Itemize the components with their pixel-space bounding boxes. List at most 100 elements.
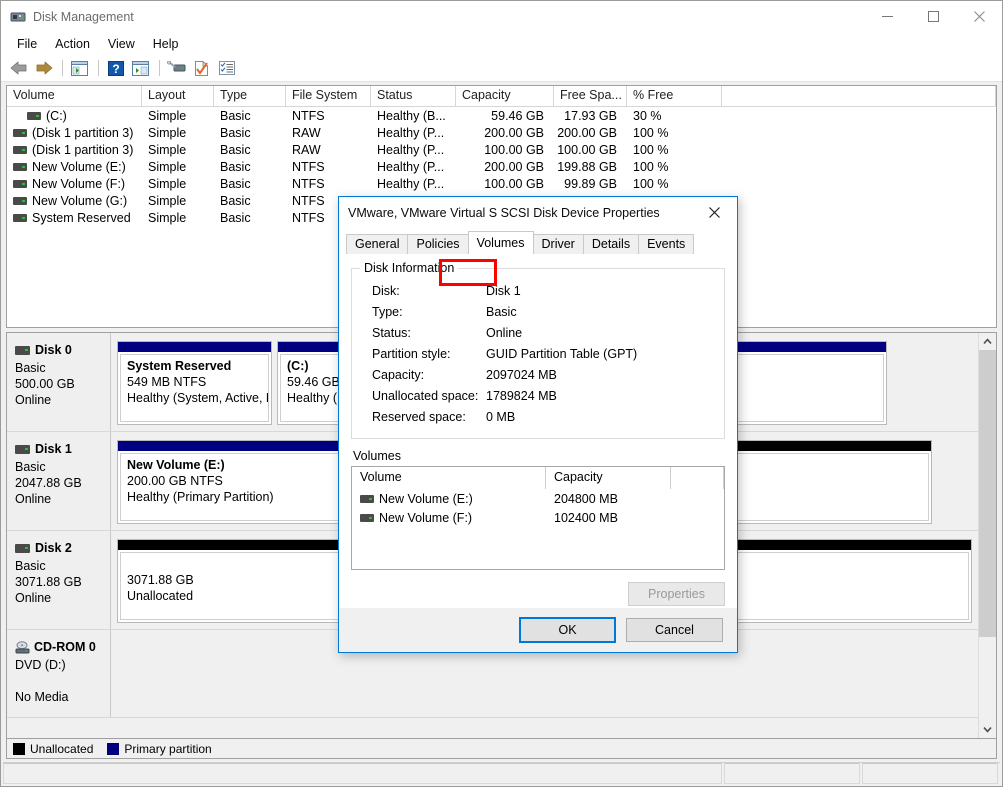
partition-color-bar [118,342,271,352]
disk-info-panel[interactable]: Disk 2 Basic 3071.88 GB Online [7,531,111,629]
rescan-disks-icon[interactable] [165,57,188,79]
disk-info-panel[interactable]: Disk 0 Basic 500.00 GB Online [7,333,111,431]
scrollbar-thumb[interactable] [979,350,996,637]
column-header-capacity[interactable]: Capacity [456,86,554,106]
disk-info-row: Partition style: GUID Partition Table (GP… [362,344,714,365]
tab-general[interactable]: General [346,234,409,254]
disk-info-panel[interactable]: Disk 1 Basic 2047.88 GB Online [7,432,111,530]
table-row[interactable]: New Volume (E:) Simple Basic NTFS Healthy (P… [7,158,996,175]
menu-item-view[interactable]: View [99,35,144,53]
disk-name-label: CD-ROM 0 [34,640,96,654]
toolbar-separator [62,60,63,76]
menu-item-file[interactable]: File [8,35,46,53]
scrollbar-track[interactable] [979,350,996,721]
column-header-layout[interactable]: Layout [142,86,214,106]
table-row[interactable]: (Disk 1 partition 3) Simple Basic RAW Health… [7,124,996,141]
cell-file-system: RAW [292,125,321,140]
cell-percent-free: 100 % [633,159,669,174]
legend-label-unallocated: Unallocated [30,741,94,756]
list-item[interactable]: New Volume (F:) 102400 MB [352,508,724,527]
table-row[interactable]: (Disk 1 partition 3) Simple Basic RAW Health… [7,141,996,158]
column-header-percent-free[interactable]: % Free [627,86,722,106]
tab-volumes[interactable]: Volumes [467,231,534,254]
dialog-cell-volume-label: New Volume (F:) [379,510,473,525]
help-icon[interactable]: ? [104,57,127,79]
cell-file-system: NTFS [292,159,325,174]
cell-free-space: 17.93 GB [564,108,617,123]
close-icon[interactable] [692,197,737,228]
volume-list-header: Volume Layout Type File System Status Ca… [7,86,996,107]
disk-name-label: Disk 2 [35,541,72,555]
chevron-up-icon[interactable] [979,333,996,350]
list-item[interactable]: New Volume (E:) 204800 MB [352,489,724,508]
column-header-file-system[interactable]: File System [286,86,371,106]
legend-label-primary-partition: Primary partition [124,741,212,756]
drive-icon [360,494,374,503]
column-header-free-space[interactable]: Free Spa... [554,86,627,106]
cell-status: Healthy (P... [377,125,445,140]
drive-icon [27,111,41,120]
dialog-column-header-volume[interactable]: Volume [352,467,546,489]
tab-policies[interactable]: Policies [407,234,469,254]
table-row[interactable]: (C:) Simple Basic NTFS Healthy (B... 59.46 GB… [7,107,996,124]
show-hide-console-tree-icon[interactable] [68,57,91,79]
dialog-cell-volume: New Volume (F:) [352,511,546,525]
disk-size-label: 3071.88 GB [15,575,82,589]
status-pane-tertiary [862,763,998,784]
cell-file-system: NTFS [292,108,325,123]
cell-capacity: 100.00 GB [484,176,544,191]
cell-volume-label: New Volume (E:) [32,159,126,174]
cell-file-system: NTFS [292,176,325,191]
ok-button[interactable]: OK [519,617,616,643]
cell-type: Basic [220,142,251,157]
cell-layout: Simple [148,210,187,225]
dialog-volume-list[interactable]: Volume Capacity New Volume (E:) 204800 MB… [351,466,725,570]
cell-type: Basic [220,159,251,174]
cell-volume-label: (C:) [46,108,67,123]
disk-info-value: 1789824 MB [486,389,557,403]
cell-file-system: RAW [292,142,321,157]
chevron-down-icon[interactable] [979,721,996,738]
disk-info-key: Capacity: [372,368,425,382]
status-bar [3,762,1000,784]
back-icon[interactable] [7,57,30,79]
close-icon[interactable] [956,1,1002,32]
column-header-status[interactable]: Status [371,86,456,106]
cell-layout: Simple [148,176,187,191]
list-view-icon[interactable] [215,57,238,79]
dialog-body: General Policies Volumes Driver Details … [339,229,737,608]
disk-info-row: Disk: Disk 1 [362,281,714,302]
disk-info-panel[interactable]: CD-ROM 0 DVD (D:) No Media [7,630,111,717]
volumes-section-label: Volumes [353,449,401,463]
minimize-icon[interactable] [864,1,910,32]
disk-management-window: Disk Management File Action View Help ? … [0,0,1003,787]
table-row[interactable]: New Volume (F:) Simple Basic NTFS Healthy (P… [7,175,996,192]
tab-driver[interactable]: Driver [532,234,584,254]
properties-icon[interactable] [190,57,213,79]
cell-volume-label: (Disk 1 partition 3) [32,125,134,140]
menu-item-action[interactable]: Action [46,35,99,53]
dialog-column-header-capacity[interactable]: Capacity [546,467,671,489]
column-header-volume[interactable]: Volume [7,86,142,106]
partition-block[interactable]: System Reserved 549 MB NTFS Healthy (Syste… [117,341,272,425]
properties-button[interactable]: Properties [628,582,725,606]
disk-info-row: Reserved space: 0 MB [362,407,714,428]
maximize-icon[interactable] [910,1,956,32]
cell-type: Basic [220,210,251,225]
disk-info-value: 2097024 MB [486,368,557,382]
vertical-scrollbar[interactable] [978,333,996,738]
tab-details[interactable]: Details [582,234,640,254]
disk-state-label: Online [15,393,52,407]
show-hide-action-pane-icon[interactable] [129,57,152,79]
column-header-type[interactable]: Type [214,86,286,106]
disk-name: Disk 1 [15,442,110,456]
disk-name-label: Disk 0 [35,343,72,357]
disk-info-row: Type: Basic [362,302,714,323]
cancel-button[interactable]: Cancel [626,618,723,642]
cell-capacity: 59.46 GB [491,108,544,123]
forward-icon[interactable] [32,57,55,79]
tab-events[interactable]: Events [638,234,695,254]
menu-item-help[interactable]: Help [144,35,188,53]
cell-status: Healthy (P... [377,159,445,174]
properties-button-row: Properties [351,582,725,606]
